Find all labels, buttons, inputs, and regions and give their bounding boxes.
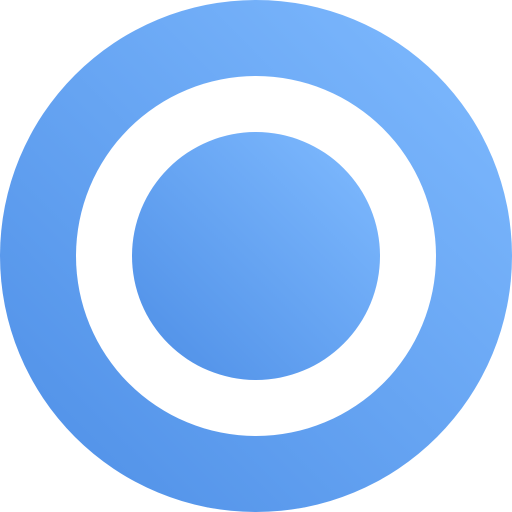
inner-dot — [132, 132, 380, 380]
radio-button-icon — [0, 0, 512, 512]
